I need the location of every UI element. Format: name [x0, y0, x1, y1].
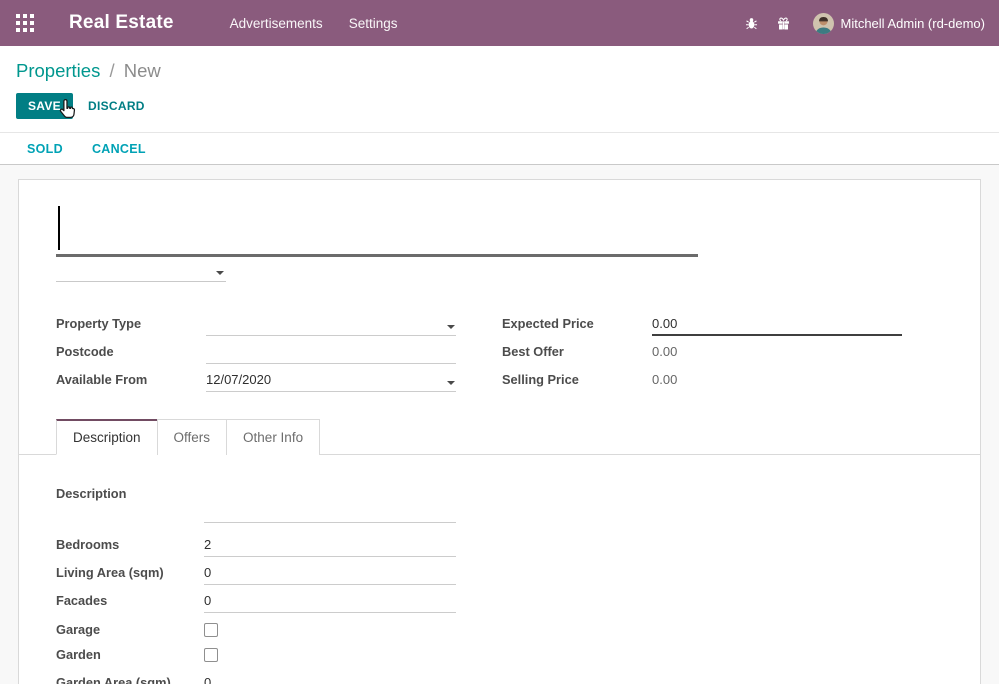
breadcrumb-separator: / [105, 60, 118, 81]
bedrooms-label: Bedrooms [56, 537, 204, 557]
field-expected-price: Expected Price [502, 308, 902, 336]
field-bedrooms: Bedrooms [56, 529, 940, 557]
save-button[interactable]: SAVE [16, 93, 73, 119]
sold-button[interactable]: SOLD [27, 142, 63, 156]
facades-input[interactable] [204, 591, 456, 613]
living-area-input[interactable] [204, 563, 456, 585]
postcode-label: Postcode [56, 344, 206, 364]
tab-offers[interactable]: Offers [157, 419, 228, 455]
field-best-offer: Best Offer 0.00 [502, 336, 902, 364]
expected-price-label: Expected Price [502, 316, 652, 336]
chevron-down-icon[interactable] [447, 325, 455, 329]
field-selling-price: Selling Price 0.00 [502, 364, 902, 392]
bug-icon[interactable] [744, 16, 759, 31]
cancel-button[interactable]: CANCEL [92, 142, 146, 156]
selling-price-value: 0.00 [652, 372, 677, 392]
form-sheet: Property Type Postcode Available From [18, 179, 981, 684]
breadcrumb: Properties / New [16, 58, 983, 84]
garage-label: Garage [56, 622, 204, 637]
apps-grid-icon[interactable] [16, 14, 34, 32]
user-menu[interactable]: Mitchell Admin (rd-demo) [813, 13, 986, 34]
breadcrumb-properties-link[interactable]: Properties [16, 60, 100, 81]
best-offer-label: Best Offer [502, 344, 652, 364]
bedrooms-input[interactable] [204, 535, 456, 557]
description-section-label: Description [56, 486, 940, 501]
right-field-column: Expected Price Best Offer 0.00 Selling P… [502, 308, 902, 392]
menu-advertisements[interactable]: Advertisements [230, 16, 323, 31]
garden-checkbox[interactable] [204, 648, 218, 662]
expected-price-input[interactable] [652, 314, 902, 336]
top-navbar: Real Estate Advertisements Settings [0, 0, 999, 46]
facades-label: Facades [56, 593, 204, 613]
navbar-right: Mitchell Admin (rd-demo) [727, 13, 986, 34]
tags-input[interactable] [56, 263, 226, 282]
description-tab-pane: Description Bedrooms Living Area (sqm) F… [56, 455, 940, 684]
text-cursor-caret [58, 206, 60, 250]
notebook-tabs: Description Offers Other Info [19, 419, 980, 455]
app-title: Real Estate [69, 12, 174, 34]
available-from-label: Available From [56, 372, 206, 392]
action-buttons: SAVE DISCARD [16, 93, 983, 119]
tab-description[interactable]: Description [56, 419, 158, 455]
best-offer-value: 0.00 [652, 344, 677, 364]
tab-other-info[interactable]: Other Info [226, 419, 320, 455]
left-field-column: Property Type Postcode Available From [56, 308, 456, 392]
chevron-down-icon [216, 271, 224, 275]
field-grid: Property Type Postcode Available From [56, 308, 940, 392]
description-text-input[interactable] [204, 501, 456, 523]
content-area: Property Type Postcode Available From [0, 165, 999, 684]
selling-price-label: Selling Price [502, 372, 652, 392]
field-postcode: Postcode [56, 336, 456, 364]
postcode-input[interactable] [206, 342, 456, 364]
chevron-down-icon[interactable] [447, 381, 455, 385]
property-name-input[interactable] [56, 205, 698, 257]
field-available-from: Available From [56, 364, 456, 392]
property-type-select[interactable] [206, 314, 456, 336]
menu-settings[interactable]: Settings [349, 16, 398, 31]
breadcrumb-current: New [124, 60, 161, 81]
field-garden: Garden [56, 642, 940, 667]
garden-label: Garden [56, 647, 204, 662]
available-from-date-input[interactable] [206, 370, 456, 392]
discard-button[interactable]: DISCARD [88, 99, 145, 113]
field-garden-area: Garden Area (sqm) [56, 667, 940, 684]
control-panel: Properties / New SAVE DISCARD [0, 46, 999, 133]
field-property-type: Property Type [56, 308, 456, 336]
statusbar: SOLD CANCEL [0, 133, 999, 165]
field-facades: Facades [56, 585, 940, 613]
garden-area-input[interactable] [204, 673, 456, 684]
living-area-label: Living Area (sqm) [56, 565, 204, 585]
field-living-area: Living Area (sqm) [56, 557, 940, 585]
avatar [813, 13, 834, 34]
garage-checkbox[interactable] [204, 623, 218, 637]
garden-area-label: Garden Area (sqm) [56, 675, 204, 684]
property-type-label: Property Type [56, 316, 206, 336]
main-menu: Advertisements Settings [230, 16, 398, 31]
field-description-text [56, 501, 940, 523]
gift-icon[interactable] [776, 16, 791, 31]
field-garage: Garage [56, 617, 940, 642]
user-name: Mitchell Admin (rd-demo) [841, 16, 986, 31]
